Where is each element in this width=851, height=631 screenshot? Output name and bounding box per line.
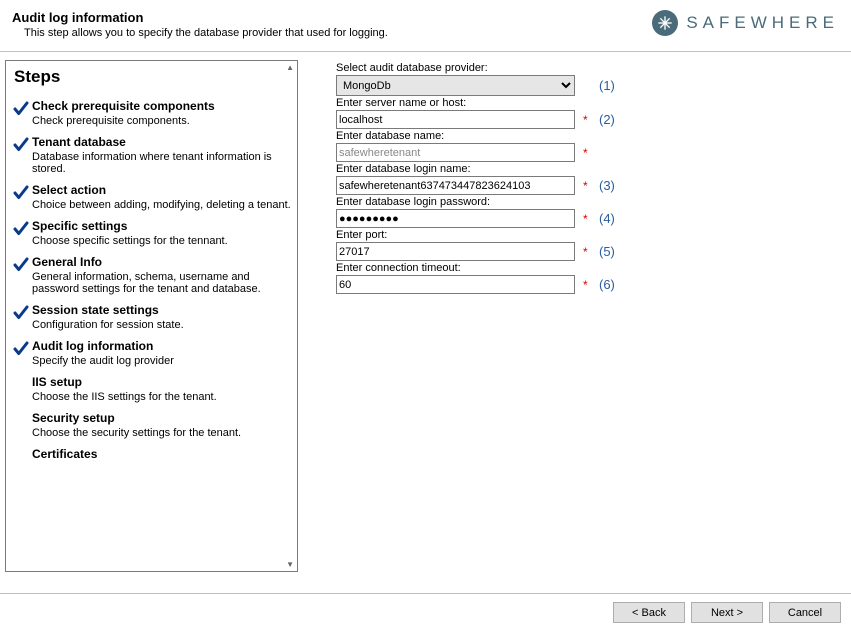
main-area: ▲ Steps Check prerequisite componentsChe…: [0, 52, 851, 572]
dbname-input: [336, 143, 575, 162]
step-item[interactable]: Tenant database Database information wher…: [6, 133, 297, 181]
step-title: Tenant database: [32, 135, 291, 149]
dbname-label: Enter database name:: [336, 130, 841, 142]
port-asterisk: *: [583, 245, 591, 259]
steps-sidebar[interactable]: ▲ Steps Check prerequisite componentsChe…: [5, 60, 298, 572]
step-desc: Choose the IIS settings for the tenant.: [32, 391, 291, 403]
form-panel: Select audit database provider: MongoDb …: [306, 52, 851, 572]
step-item[interactable]: Check prerequisite components Check prere…: [6, 97, 297, 133]
page-subtitle: This step allows you to specify the data…: [12, 27, 388, 39]
checkmark-icon: [12, 411, 32, 412]
step-title: Security setup: [32, 411, 291, 425]
step-item[interactable]: Certificates: [6, 445, 297, 467]
password-annotation: (4): [599, 211, 615, 226]
checkmark-icon: [12, 339, 32, 358]
checkmark-icon: [12, 375, 32, 376]
host-asterisk: *: [583, 113, 591, 127]
provider-annotation: (1): [599, 78, 615, 93]
header-text: Audit log information This step allows y…: [12, 10, 388, 39]
host-row: Enter server name or host: * (2): [336, 97, 841, 129]
checkmark-icon: [12, 183, 32, 202]
step-desc: Database information where tenant inform…: [32, 151, 291, 175]
login-label: Enter database login name:: [336, 163, 841, 175]
checkmark-icon: [12, 99, 32, 118]
scroll-up-icon[interactable]: ▲: [286, 63, 294, 72]
step-desc: Check prerequisite components.: [32, 115, 291, 127]
step-title: General Info: [32, 255, 291, 269]
host-annotation: (2): [599, 112, 615, 127]
password-asterisk: *: [583, 212, 591, 226]
login-input[interactable]: [336, 176, 575, 195]
step-desc: Specify the audit log provider: [32, 355, 291, 367]
port-annotation: (5): [599, 244, 615, 259]
next-button[interactable]: Next >: [691, 602, 763, 623]
step-title: Check prerequisite components: [32, 99, 291, 113]
password-label: Enter database login password:: [336, 196, 841, 208]
step-item[interactable]: Select action Choice between adding, modi…: [6, 181, 297, 217]
step-title: Session state settings: [32, 303, 291, 317]
checkmark-icon: [12, 219, 32, 238]
step-desc: Choice between adding, modifying, deleti…: [32, 199, 291, 211]
timeout-input[interactable]: [336, 275, 575, 294]
step-item[interactable]: General Info General information, schema,…: [6, 253, 297, 301]
back-button[interactable]: < Back: [613, 602, 685, 623]
step-item[interactable]: Security setup Choose the security settin…: [6, 409, 297, 445]
cancel-button[interactable]: Cancel: [769, 602, 841, 623]
password-row: Enter database login password: * (4): [336, 196, 841, 228]
login-annotation: (3): [599, 178, 615, 193]
timeout-asterisk: *: [583, 278, 591, 292]
timeout-row: Enter connection timeout: * (6): [336, 262, 841, 294]
checkmark-icon: [12, 135, 32, 154]
host-input[interactable]: [336, 110, 575, 129]
step-item[interactable]: IIS setup Choose the IIS settings for the…: [6, 373, 297, 409]
sidebar-heading: Steps: [14, 67, 297, 87]
host-label: Enter server name or host:: [336, 97, 841, 109]
step-title: Select action: [32, 183, 291, 197]
page-title: Audit log information: [12, 10, 388, 25]
step-desc: General information, schema, username an…: [32, 271, 291, 295]
scroll-down-icon[interactable]: ▼: [286, 560, 294, 569]
brand-logo: SAFEWHERE: [652, 10, 839, 36]
step-item[interactable]: Session state settings Configuration for …: [6, 301, 297, 337]
brand-name: SAFEWHERE: [686, 13, 839, 33]
provider-row: Select audit database provider: MongoDb …: [336, 62, 841, 96]
footer: < Back Next > Cancel: [0, 593, 851, 631]
timeout-label: Enter connection timeout:: [336, 262, 841, 274]
checkmark-icon: [12, 303, 32, 322]
login-row: Enter database login name: * (3): [336, 163, 841, 195]
provider-select[interactable]: MongoDb: [336, 75, 575, 96]
dbname-asterisk: *: [583, 146, 591, 160]
step-desc: Configuration for session state.: [32, 319, 291, 331]
port-label: Enter port:: [336, 229, 841, 241]
step-title: Certificates: [32, 447, 291, 461]
step-item[interactable]: Specific settings Choose specific setting…: [6, 217, 297, 253]
checkmark-icon: [12, 255, 32, 274]
step-title: IIS setup: [32, 375, 291, 389]
timeout-annotation: (6): [599, 277, 615, 292]
step-item[interactable]: Audit log information Specify the audit l…: [6, 337, 297, 373]
snowflake-icon: [652, 10, 678, 36]
dbname-row: Enter database name: *: [336, 130, 841, 162]
header: Audit log information This step allows y…: [0, 0, 851, 45]
port-row: Enter port: * (5): [336, 229, 841, 261]
password-input[interactable]: [336, 209, 575, 228]
step-desc: Choose specific settings for the tennant…: [32, 235, 291, 247]
step-title: Audit log information: [32, 339, 291, 353]
step-desc: Choose the security settings for the ten…: [32, 427, 291, 439]
login-asterisk: *: [583, 179, 591, 193]
provider-label: Select audit database provider:: [336, 62, 841, 74]
checkmark-icon: [12, 447, 32, 448]
port-input[interactable]: [336, 242, 575, 261]
step-title: Specific settings: [32, 219, 291, 233]
